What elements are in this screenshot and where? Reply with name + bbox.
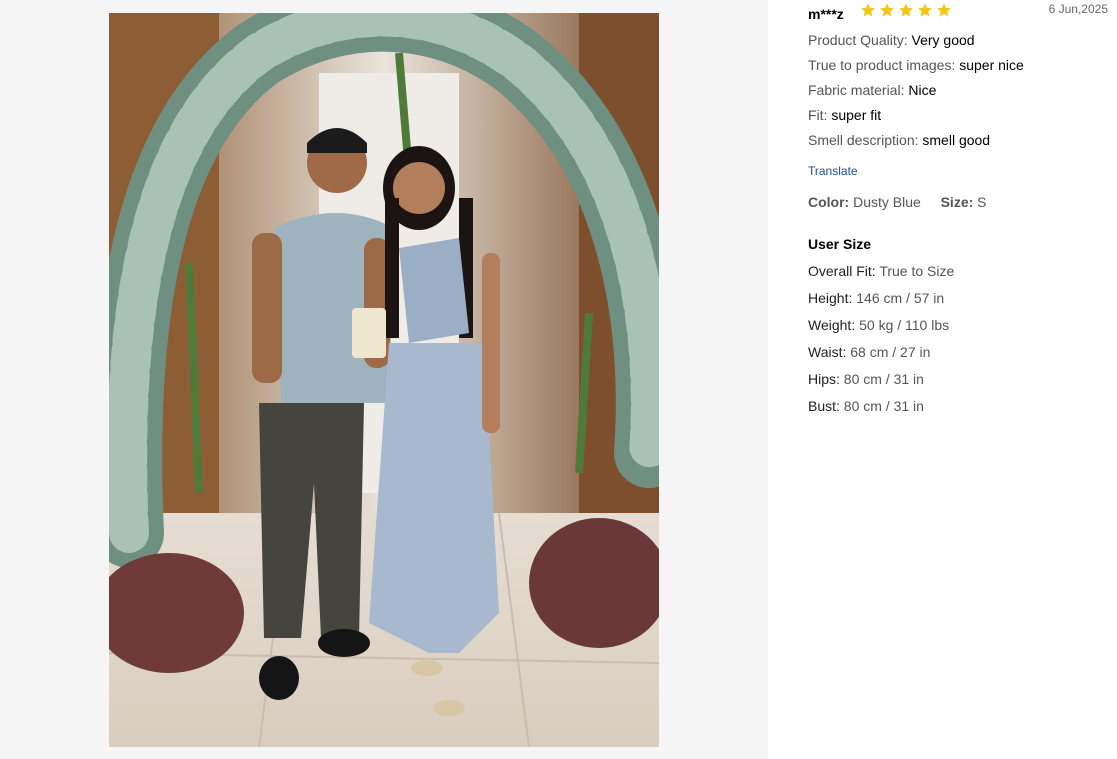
user-size-row: Hips: 80 cm / 31 in [808, 370, 954, 397]
size-row-value: 80 cm / 31 in [843, 371, 924, 387]
attribute-value: super fit [831, 107, 882, 123]
user-size-row: Weight: 50 kg / 110 lbs [808, 316, 954, 343]
user-size-list: Overall Fit: True to Size Height: 146 cm… [808, 262, 954, 424]
attribute-value: Very good [911, 32, 975, 48]
user-size-row: Waist: 68 cm / 27 in [808, 343, 954, 370]
photo-panel [0, 0, 768, 759]
size-value: S [977, 194, 987, 210]
star-icon [861, 3, 875, 17]
size-row-value: 68 cm / 27 in [850, 344, 931, 360]
attribute-label: Fit: [808, 107, 828, 123]
attribute-label: Fabric material: [808, 82, 905, 98]
size-label: Size: [940, 194, 974, 210]
size-row-value: 50 kg / 110 lbs [859, 317, 950, 333]
review-photo[interactable] [109, 13, 659, 747]
review-date: 6 Jun,2025 [1048, 2, 1108, 16]
size-row-label: Bust: [808, 398, 840, 414]
user-size-title: User Size [808, 236, 872, 252]
attribute-label: True to product images: [808, 57, 956, 73]
purchased-variant: Color: Dusty Blue Size: S [808, 194, 987, 210]
color-value: Dusty Blue [853, 194, 921, 210]
user-size-row: Bust: 80 cm / 31 in [808, 397, 954, 424]
star-rating [860, 2, 952, 18]
reviewer-name: m***z [808, 6, 844, 22]
attribute-label: Product Quality: [808, 32, 908, 48]
size-row-label: Waist: [808, 344, 847, 360]
attribute-value: super nice [959, 57, 1024, 73]
review-photo-image [109, 13, 659, 747]
size-row-value: 146 cm / 57 in [856, 290, 945, 306]
star-icon [880, 3, 894, 17]
attribute-row: Product Quality: Very good [808, 31, 1024, 56]
size-row-label: Height: [808, 290, 853, 306]
star-icon [918, 3, 932, 17]
attribute-label: Smell description: [808, 132, 919, 148]
attribute-row: Fit: super fit [808, 106, 1024, 131]
attribute-row: True to product images: super nice [808, 56, 1024, 81]
review-attributes: Product Quality: Very good True to produ… [808, 31, 1024, 156]
star-icon [899, 3, 913, 17]
user-size-row: Overall Fit: True to Size [808, 262, 954, 289]
attribute-row: Fabric material: Nice [808, 81, 1024, 106]
attribute-value: smell good [922, 132, 991, 148]
size-row-label: Overall Fit: [808, 263, 876, 279]
translate-link[interactable]: Translate [808, 164, 858, 178]
size-row-value: True to Size [879, 263, 955, 279]
star-icon [937, 3, 951, 17]
size-row-value: 80 cm / 31 in [843, 398, 924, 414]
size-row-label: Hips: [808, 371, 840, 387]
attribute-value: Nice [908, 82, 937, 98]
review-panel: m***z 6 Jun,2025 Product Quality: Very g… [808, 0, 1117, 759]
attribute-row: Smell description: smell good [808, 131, 1024, 156]
user-size-row: Height: 146 cm / 57 in [808, 289, 954, 316]
color-label: Color: [808, 194, 850, 210]
size-row-label: Weight: [808, 317, 856, 333]
